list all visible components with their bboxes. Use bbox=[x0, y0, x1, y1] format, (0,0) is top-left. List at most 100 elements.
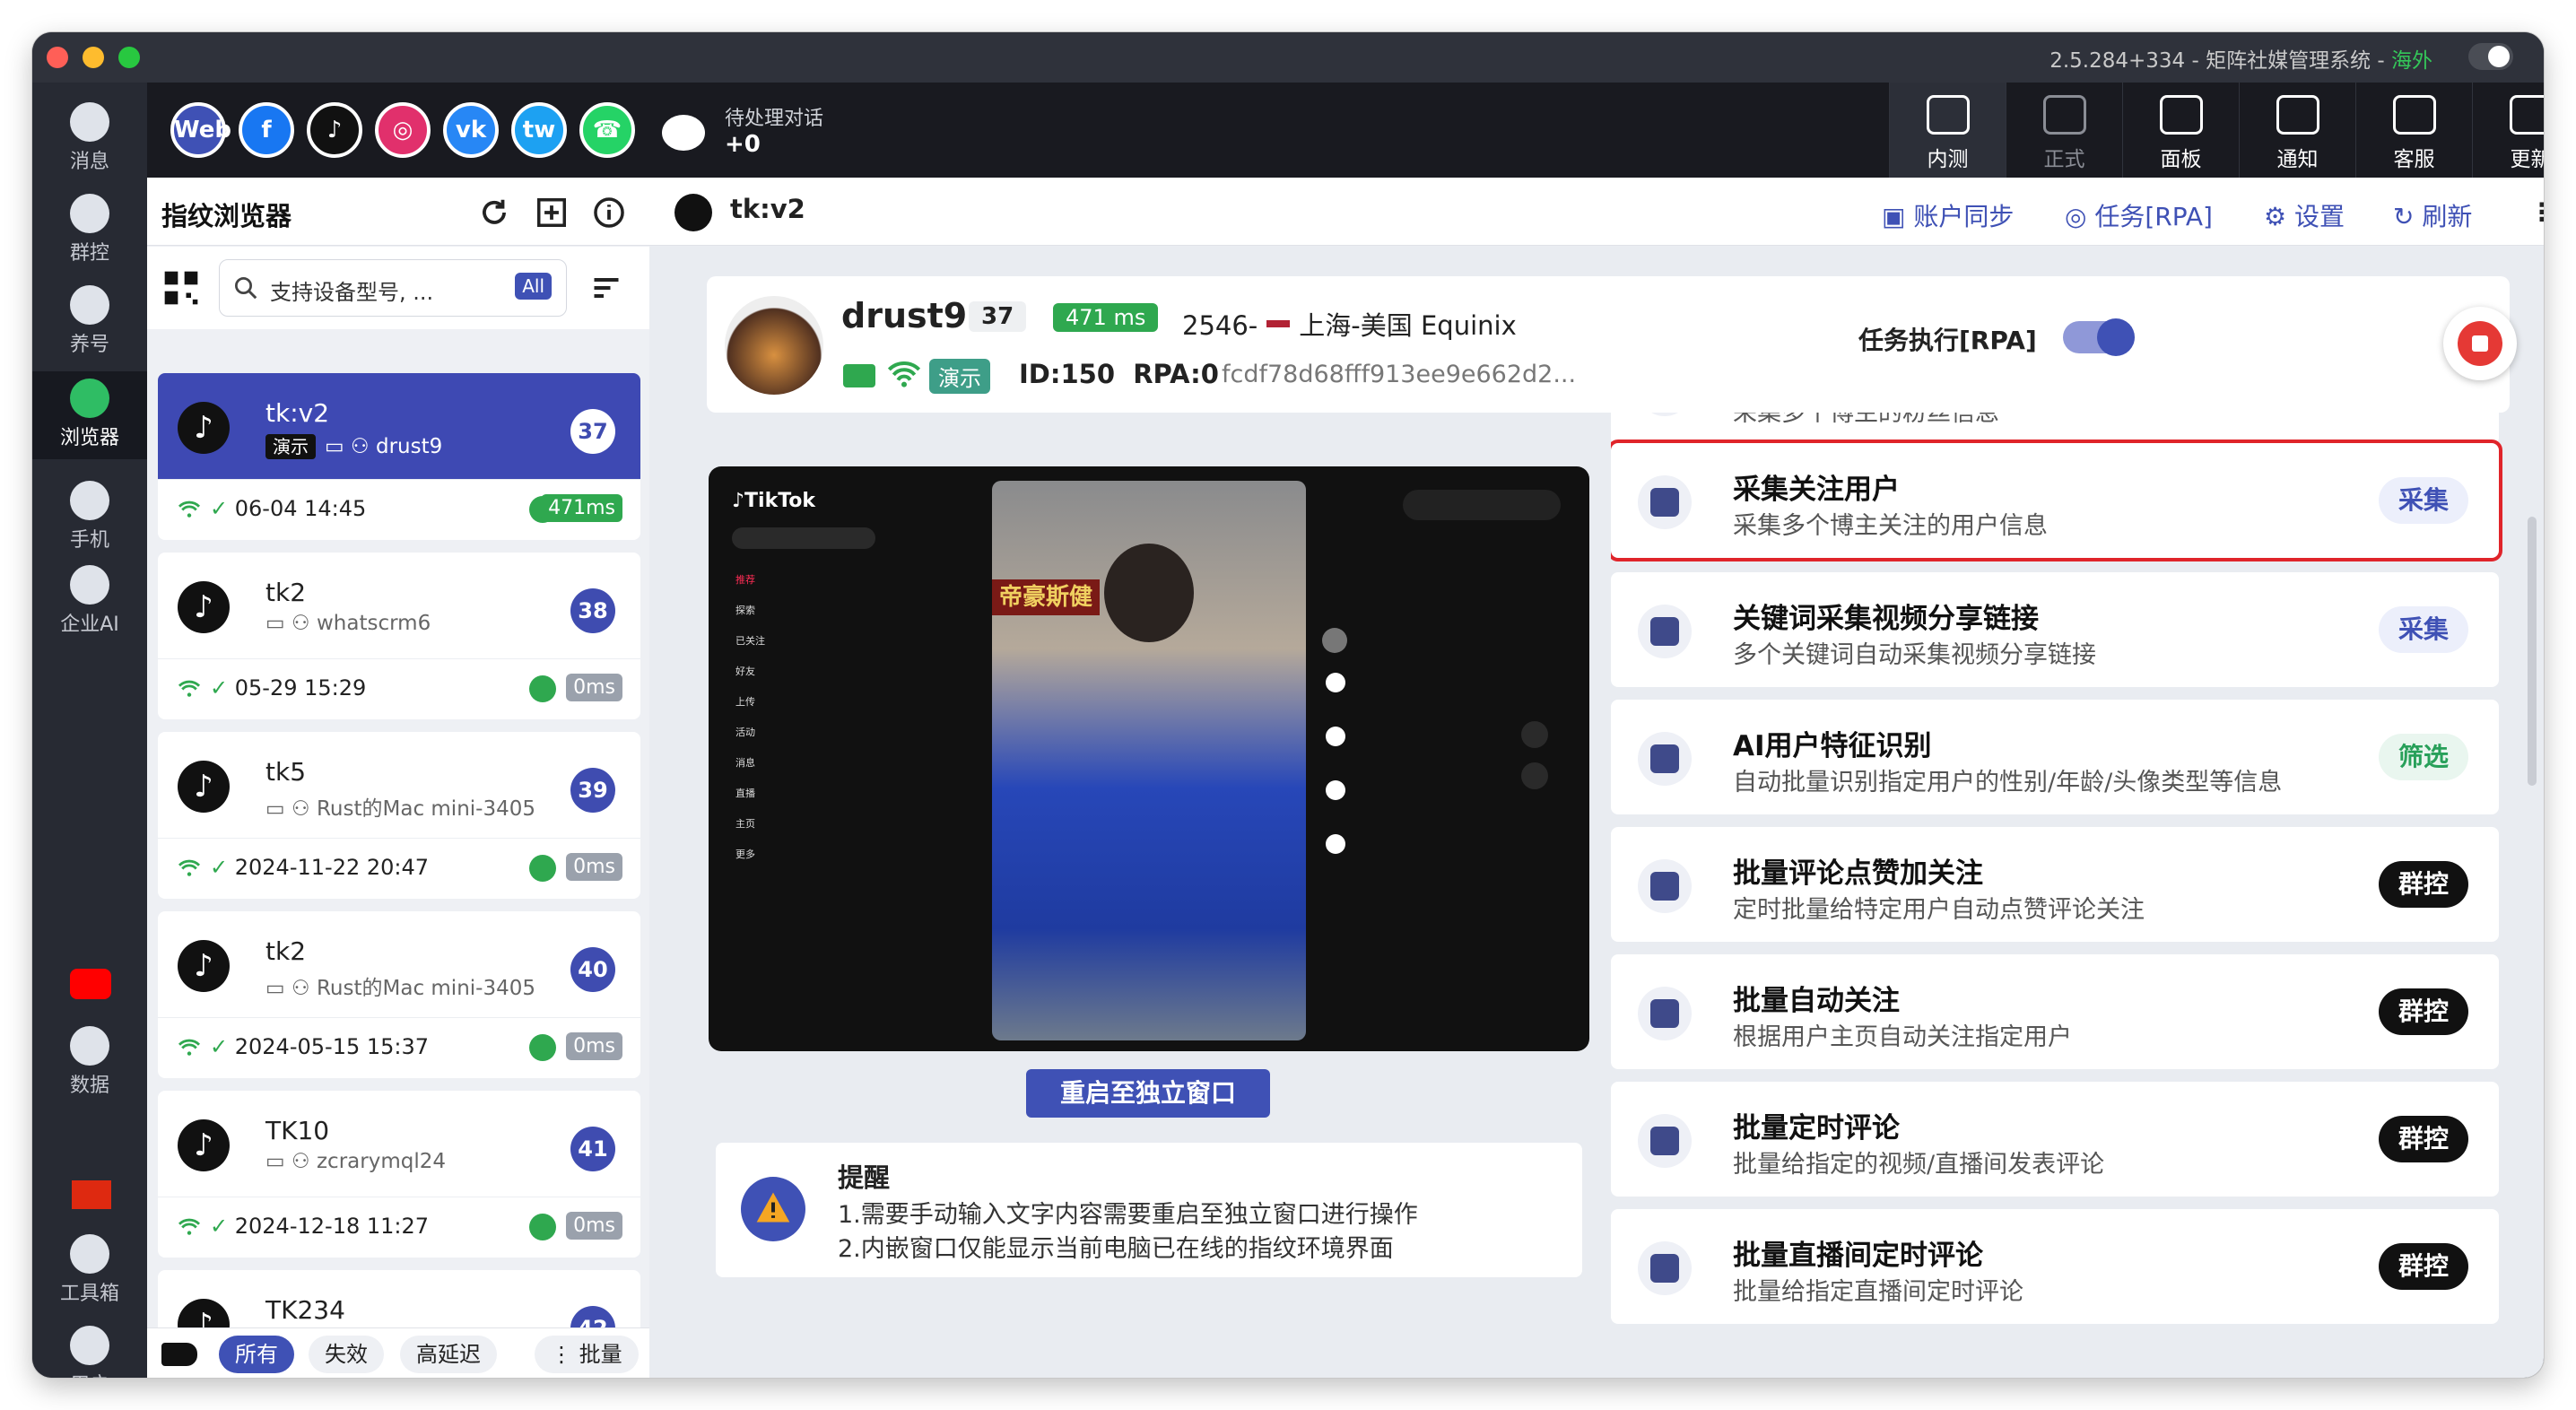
vk-icon[interactable]: vk bbox=[443, 102, 499, 158]
video-avatar[interactable] bbox=[1322, 628, 1347, 653]
rail-item[interactable]: 企业AI bbox=[32, 558, 147, 646]
browser-search[interactable] bbox=[732, 527, 875, 549]
filter-invalid[interactable]: 失效 bbox=[309, 1336, 384, 1373]
browser-nav-item[interactable]: 好友 bbox=[735, 664, 755, 678]
browser-nav-item[interactable]: 直播 bbox=[735, 786, 755, 800]
zoom-button[interactable] bbox=[118, 47, 140, 68]
refresh-icon[interactable] bbox=[477, 196, 511, 230]
info-icon[interactable] bbox=[592, 196, 626, 230]
task-card[interactable]: AI用户特征识别 自动批量识别指定用户的性别/年龄/头像类型等信息 筛选 bbox=[1611, 700, 2499, 814]
task-action-button[interactable]: 群控 bbox=[2378, 1116, 2468, 1162]
task-action-button[interactable]: 群控 bbox=[2378, 988, 2468, 1035]
add-box-icon[interactable] bbox=[535, 196, 569, 230]
settings-action[interactable]: ⚙ 设置 bbox=[2264, 197, 2345, 233]
browser-nav-item[interactable]: 主页 bbox=[735, 816, 755, 831]
browser-top-controls[interactable] bbox=[1403, 490, 1561, 520]
account-card[interactable]: ♪ tk2 ▭ ⚇ Rust的Mac mini-3405 40 ✓ 2024-05-15… bbox=[158, 911, 640, 1078]
scroll-down-icon[interactable] bbox=[1521, 762, 1548, 789]
task-action-button[interactable]: 群控 bbox=[2378, 861, 2468, 908]
batch-button[interactable]: ⋮ 批量 bbox=[535, 1336, 639, 1373]
filter-all[interactable]: 所有 bbox=[219, 1336, 294, 1373]
account-sync-action[interactable]: ▣ 账户同步 bbox=[1882, 197, 2014, 233]
refresh-action[interactable]: ↻ 刷新 bbox=[2393, 197, 2472, 233]
toolbar-appstore-button[interactable]: 更新 bbox=[2472, 83, 2544, 178]
comment-icon[interactable] bbox=[1326, 727, 1345, 746]
rail-label: 消息 bbox=[69, 151, 109, 173]
task-card[interactable]: 采集多个博主的粉丝信息 bbox=[1611, 413, 2499, 445]
avatar bbox=[725, 296, 823, 395]
account-card[interactable]: ♪ TK10 ▭ ⚇ zcrarymql24 41 ✓ 2024-12-18 11:27… bbox=[158, 1091, 640, 1258]
toolbar-headset-button[interactable]: 客服 bbox=[2355, 83, 2472, 178]
whatsapp-icon[interactable]: ☎ bbox=[579, 102, 635, 158]
reminder-line-1: 1.需要手动输入文字内容需要重启至独立窗口进行操作 bbox=[838, 1201, 1418, 1229]
task-action-button[interactable]: 采集 bbox=[2378, 477, 2468, 524]
twitter-icon[interactable]: tw bbox=[511, 102, 567, 158]
minimize-button[interactable] bbox=[83, 47, 104, 68]
task-card[interactable]: 批量自动关注 根据用户主页自动关注指定用户 群控 bbox=[1611, 954, 2499, 1069]
toolbar-monitor-button[interactable]: 正式 bbox=[2006, 83, 2122, 178]
web-icon[interactable]: Web bbox=[170, 102, 231, 158]
rpa-toggle[interactable] bbox=[2063, 318, 2135, 356]
browser-nav-item[interactable]: 上传 bbox=[735, 694, 755, 709]
browser-nav-item[interactable]: 推荐 bbox=[735, 572, 755, 587]
browser-nav-item[interactable]: 已关注 bbox=[735, 633, 765, 648]
toolbar-megaphone-button[interactable]: 通知 bbox=[2239, 83, 2355, 178]
task-card[interactable]: 采集关注用户 采集多个博主关注的用户信息 采集 bbox=[1611, 440, 2502, 561]
account-number-badge: 39 bbox=[570, 768, 615, 813]
rail-item[interactable]: 浏览器 bbox=[32, 371, 147, 459]
task-card[interactable]: 批量评论点赞加关注 定时批量给特定用户自动点赞评论关注 群控 bbox=[1611, 827, 2499, 942]
task-action-button[interactable]: 采集 bbox=[2378, 606, 2468, 653]
task-action-button[interactable]: 群控 bbox=[2378, 1243, 2468, 1290]
rail-item[interactable]: 手机 bbox=[32, 474, 147, 561]
stop-button[interactable] bbox=[2443, 307, 2517, 380]
video-player[interactable]: 帝豪斯健 bbox=[992, 481, 1306, 1040]
china-flag-icon[interactable] bbox=[72, 1180, 111, 1209]
task-description: 定时批量给特定用户自动点赞评论关注 bbox=[1733, 896, 2145, 924]
task-card[interactable]: 批量定时评论 批量给指定的视频/直播间发表评论 群控 bbox=[1611, 1082, 2499, 1197]
task-action-button[interactable]: 筛选 bbox=[2378, 734, 2468, 780]
browser-nav-item[interactable]: 更多 bbox=[735, 847, 755, 861]
rpa-task-action[interactable]: ◎ 任务[RPA] bbox=[2065, 197, 2213, 233]
task-card[interactable]: 关键词采集视频分享链接 多个关键词自动采集视频分享链接 采集 bbox=[1611, 572, 2499, 687]
task-card[interactable]: 批量直播间定时评论 批量给指定直播间定时评论 群控 bbox=[1611, 1209, 2499, 1324]
account-card[interactable]: ♪ tk:v2 演示 ▭ ⚇ drust9 37 ✓ 06-04 14:45 471ms bbox=[158, 373, 640, 540]
rail-item[interactable]: 工具箱 bbox=[32, 1227, 147, 1315]
search-input[interactable]: 支持设备型号, ... All bbox=[219, 259, 567, 317]
tiktok-icon[interactable]: ♪ bbox=[307, 102, 362, 158]
account-date: ✓ 2024-11-22 20:47 bbox=[210, 855, 429, 880]
instagram-icon[interactable]: ◎ bbox=[375, 102, 431, 158]
embedded-browser[interactable]: ♪TikTok 推荐 探索 已关注 好友 上传 活动 消息 直播 主页 更多 帝豪斯健 bbox=[709, 466, 1589, 1051]
more-menu-icon[interactable]: ⋮ bbox=[2529, 197, 2544, 227]
date-text: 2024-11-22 20:47 bbox=[234, 855, 430, 880]
account-name: TK10 bbox=[265, 1116, 330, 1145]
youtube-icon[interactable] bbox=[70, 969, 111, 999]
sort-icon[interactable] bbox=[588, 272, 624, 304]
scroll-up-icon[interactable] bbox=[1521, 721, 1548, 748]
browser-nav-item[interactable]: 活动 bbox=[735, 725, 755, 739]
like-icon[interactable] bbox=[1326, 673, 1345, 692]
account-card[interactable]: ♪ tk5 ▭ ⚇ Rust的Mac mini-3405 39 ✓ 2024-11-22… bbox=[158, 732, 640, 899]
close-button[interactable] bbox=[47, 47, 68, 68]
bookmark-icon[interactable] bbox=[1326, 780, 1345, 800]
rail-item[interactable]: 养号 bbox=[32, 278, 147, 366]
task-description: 自动批量识别指定用户的性别/年龄/头像类型等信息 bbox=[1733, 769, 2283, 796]
filter-high-latency[interactable]: 高延迟 bbox=[400, 1336, 497, 1373]
region-toggle[interactable] bbox=[2468, 43, 2513, 70]
rail-item[interactable]: 数据 bbox=[32, 1019, 147, 1107]
tag-icon[interactable] bbox=[161, 1343, 197, 1366]
rail-item[interactable]: 群控 bbox=[32, 187, 147, 274]
toolbar-code-button[interactable]: 内测 bbox=[1889, 83, 2006, 178]
search-all-chip[interactable]: All bbox=[515, 273, 552, 300]
task-list-scrollbar[interactable] bbox=[2528, 517, 2537, 786]
facebook-icon[interactable]: f bbox=[239, 102, 294, 158]
qr-code-icon[interactable] bbox=[161, 268, 201, 308]
account-sub: 演示 ▭ ⚇ drust9 bbox=[265, 432, 442, 459]
restart-standalone-button[interactable]: 重启至独立窗口 bbox=[1026, 1069, 1270, 1118]
share-icon[interactable] bbox=[1326, 834, 1345, 854]
account-card[interactable]: ♪ tk2 ▭ ⚇ whatscrm6 38 ✓ 05-29 15:29 0ms bbox=[158, 553, 640, 719]
browser-nav-item[interactable]: 消息 bbox=[735, 755, 755, 770]
browser-nav-item[interactable]: 探索 bbox=[735, 603, 755, 617]
rail-item[interactable]: 消息 bbox=[32, 95, 147, 183]
rail-item[interactable]: 用户 bbox=[32, 1319, 147, 1378]
toolbar-sliders-button[interactable]: 面板 bbox=[2122, 83, 2239, 178]
